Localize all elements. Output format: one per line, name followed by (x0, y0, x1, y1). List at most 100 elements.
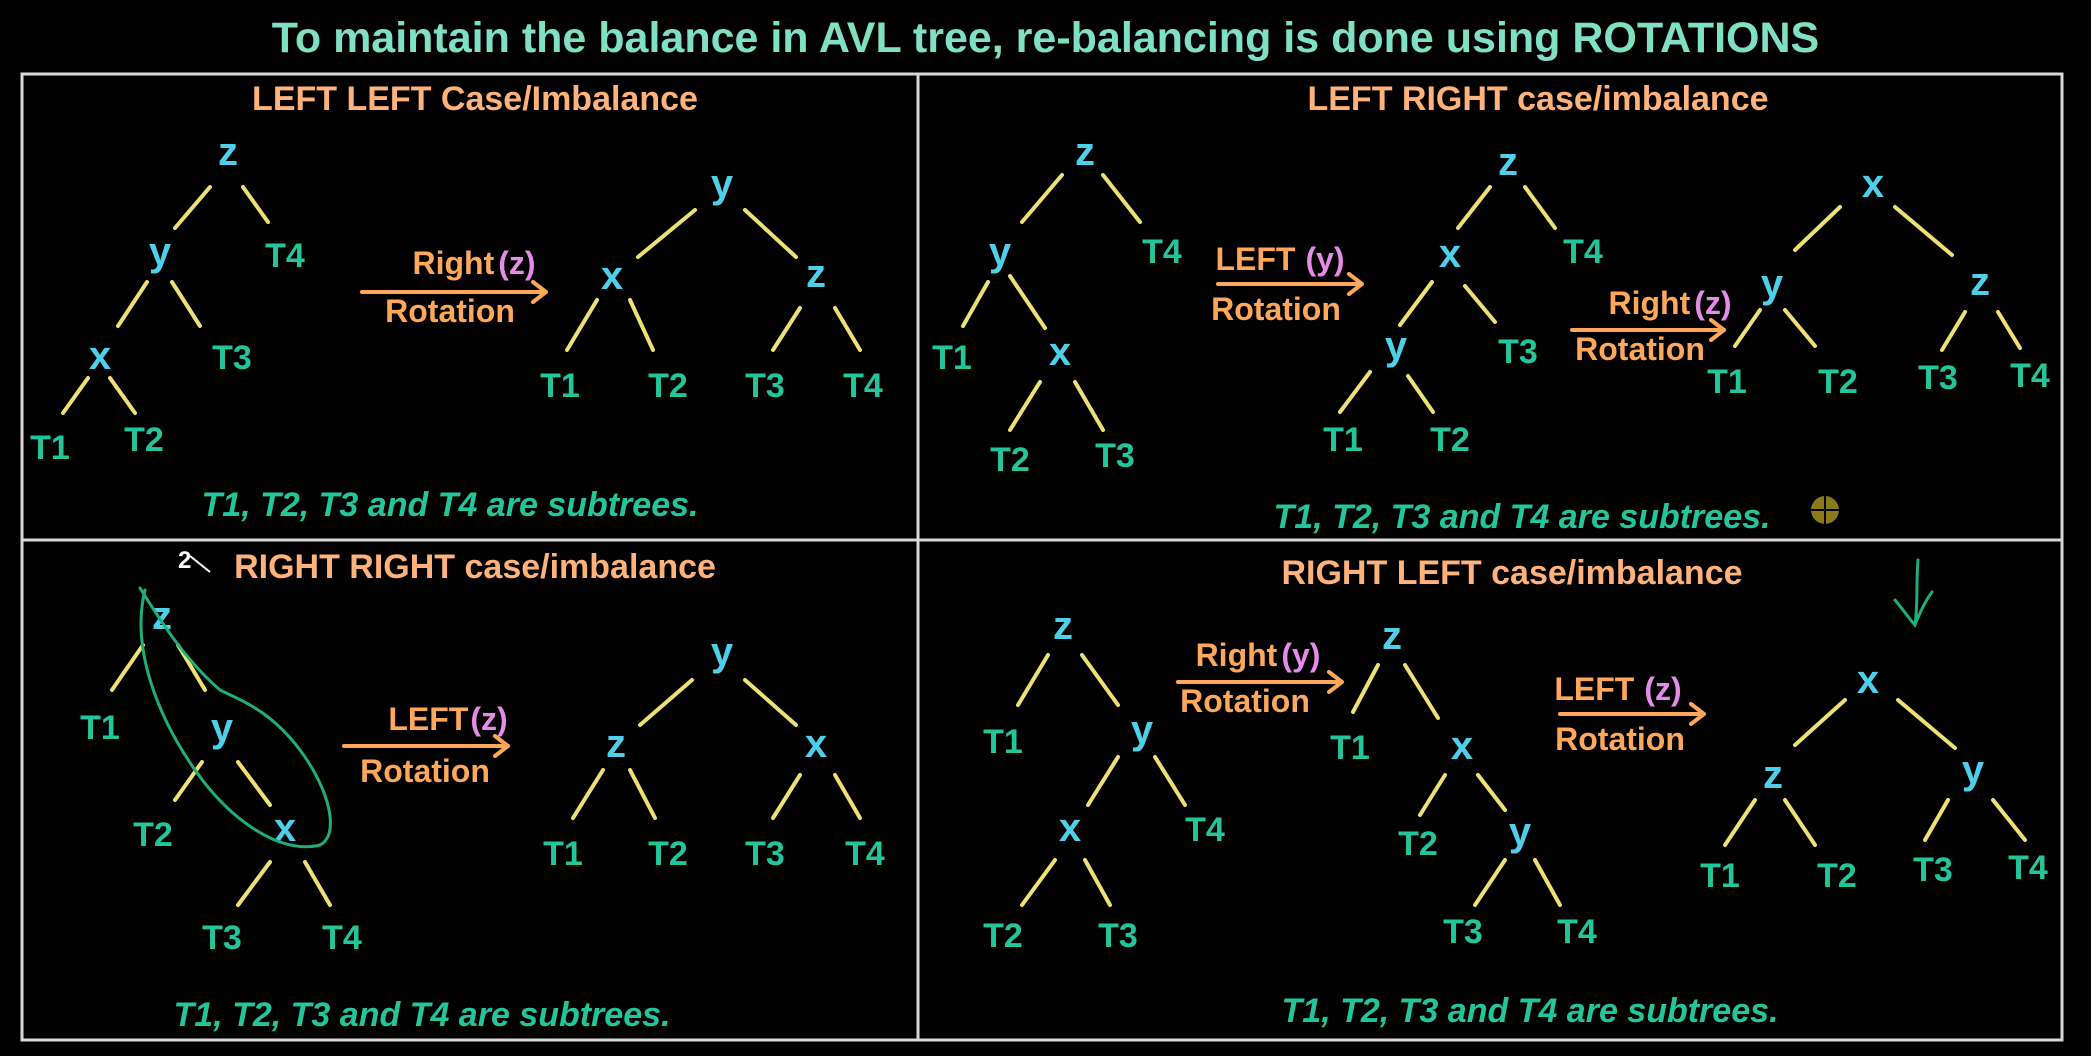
subtrees-note: T1, T2, T3 and T4 are subtrees. (1274, 498, 1771, 536)
node-x: x (601, 254, 623, 298)
subtree-t3: T3 (1443, 913, 1483, 951)
node-z: z (1498, 140, 1518, 184)
node-y: y (149, 230, 172, 274)
svg-text:LEFT(y): LEFT (y) (1215, 241, 1344, 277)
handwritten-arrow (1893, 558, 1934, 628)
subtree-t3: T3 (1098, 917, 1138, 955)
subtree-t2: T2 (1817, 857, 1857, 895)
tree-after: y z x T1 T2 T3 T4 (543, 630, 885, 873)
tree-before: z y x T4 T3 T1 T2 (30, 130, 305, 467)
rotation-param: (z) (470, 701, 507, 737)
node-z: z (1970, 260, 1990, 304)
cursor-marker (1811, 496, 1839, 524)
node-y: y (1131, 708, 1154, 752)
subtree-t4: T4 (1185, 811, 1225, 849)
subtree-t3: T3 (1095, 437, 1135, 475)
node-x: x (1857, 658, 1879, 702)
subtree-t4: T4 (845, 835, 885, 873)
panel-right-right: 2 RIGHT RIGHT case/imbalance z y x T1 T2… (80, 547, 885, 1034)
subtree-t1: T1 (1330, 729, 1370, 767)
rotation-step-2: LEFT (z) Rotation (1554, 671, 1706, 757)
node-z: z (1075, 130, 1095, 174)
svg-text:Right(y): Right (y) (1196, 637, 1321, 673)
subtree-t2: T2 (1398, 825, 1438, 863)
subtree-t3: T3 (1913, 851, 1953, 889)
node-y: y (1761, 262, 1784, 306)
subtrees-note: T1, T2, T3 and T4 are subtrees. (1282, 992, 1779, 1030)
node-x: x (1059, 806, 1081, 850)
panel-heading: LEFT RIGHT case/imbalance (1307, 80, 1768, 118)
subtree-t1: T1 (983, 723, 1023, 761)
subtrees-note: T1, T2, T3 and T4 are subtrees. (174, 996, 671, 1034)
subtree-t3: T3 (212, 339, 252, 377)
subtree-t1: T1 (543, 835, 583, 873)
subtree-t3: T3 (745, 835, 785, 873)
subtree-t1: T1 (1700, 857, 1740, 895)
subtree-t2: T2 (1818, 363, 1858, 401)
subtree-t1: T1 (1323, 421, 1363, 459)
node-y: y (711, 162, 734, 206)
subtree-t1: T1 (80, 709, 120, 747)
rotation-step-1: Right (y) Rotation (1176, 637, 1344, 719)
node-z: z (1053, 604, 1073, 648)
tree-edges (1351, 663, 1562, 907)
node-x: x (1451, 724, 1473, 768)
rotation-param: (z) (498, 245, 535, 281)
panel-right-left: RIGHT LEFT case/imbalance z y x T1 T4 T2… (983, 554, 2048, 1030)
node-z: z (1763, 753, 1783, 797)
tree-edges (61, 185, 270, 415)
subtree-t4: T4 (322, 919, 362, 957)
node-z: z (1382, 614, 1402, 658)
node-y: y (1509, 810, 1532, 854)
handwritten-mark: 2 (178, 547, 191, 574)
rotation-label: Rotation (1555, 721, 1685, 757)
subtree-t4: T4 (265, 237, 305, 275)
svg-text:LEFT(z): LEFT(z) (388, 701, 507, 737)
tree-edges (1338, 185, 1557, 414)
tree-after: y x z T1 T2 T3 T4 (540, 162, 883, 405)
subtree-t3: T3 (1498, 333, 1538, 371)
subtree-t2: T2 (648, 835, 688, 873)
node-y: y (711, 630, 734, 674)
svg-text:LEFT(z): LEFT(z) (1554, 671, 1681, 707)
panel-heading: RIGHT RIGHT case/imbalance (234, 548, 716, 586)
tree-middle: z x y T4 T3 T1 T2 (1323, 140, 1603, 459)
rotation-param: (y) (1305, 241, 1344, 277)
node-x: x (805, 722, 827, 766)
rotation-op: LEFT (1554, 671, 1634, 707)
node-y: y (989, 230, 1012, 274)
tree-after: x y z T1 T2 T3 T4 (1707, 162, 2050, 401)
rotation-label: Rotation (1575, 331, 1705, 367)
subtree-t3: T3 (202, 919, 242, 957)
rotation-step: Right (z) Rotation (360, 245, 548, 329)
avl-rotation-diagram: LEFT LEFT Case/Imbalance z y x T4 T3 T1 … (20, 72, 2064, 1042)
tree-after: x z y T1 T2 T3 T4 (1700, 658, 2048, 895)
tree-before: z y x T1 T2 T3 T4 (80, 586, 362, 957)
node-y: y (1962, 748, 1985, 792)
subtree-t3: T3 (745, 367, 785, 405)
rotation-step-2: Right (z) Rotation (1570, 285, 1732, 367)
rotation-label: Rotation (1180, 683, 1310, 719)
rotation-param: (z) (1694, 285, 1731, 321)
subtree-t4: T4 (843, 367, 883, 405)
tree-before: z y x T1 T4 T2 T3 (983, 604, 1225, 955)
rotation-op: LEFT (1215, 241, 1295, 277)
rotation-op: Right (412, 245, 494, 281)
subtree-t2: T2 (990, 441, 1030, 479)
svg-text:Right(z): Right (z) (412, 245, 535, 281)
node-x: x (89, 334, 111, 378)
rotation-label: Rotation (385, 293, 515, 329)
node-x: x (1439, 232, 1461, 276)
rotation-label: Rotation (1211, 291, 1341, 327)
tree-edges (110, 643, 332, 907)
subtree-t1: T1 (540, 367, 580, 405)
subtree-t1: T1 (1707, 363, 1747, 401)
rotation-step-1: LEFT (y) Rotation (1211, 241, 1364, 327)
panel-heading: RIGHT LEFT case/imbalance (1281, 554, 1742, 592)
subtree-t4: T4 (2010, 357, 2050, 395)
rotation-step: LEFT(z) Rotation (342, 701, 510, 789)
node-y: y (1385, 324, 1408, 368)
subtree-t2: T2 (133, 816, 173, 854)
node-x: x (1049, 330, 1071, 374)
subtree-t2: T2 (1430, 421, 1470, 459)
